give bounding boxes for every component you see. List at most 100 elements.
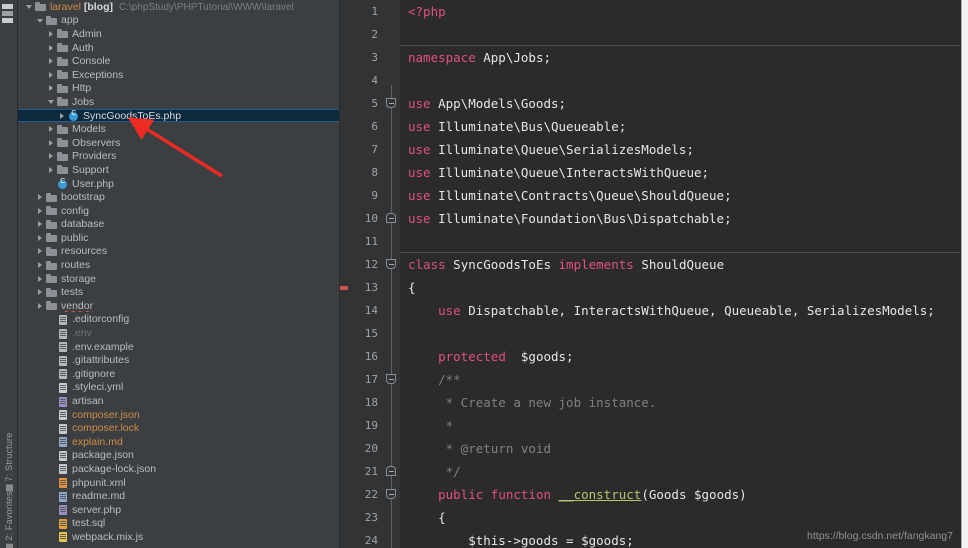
chevron-right-icon[interactable] xyxy=(35,232,46,243)
tool-tab-structure[interactable]: 7: Structure xyxy=(4,433,14,492)
tree-item[interactable]: .gitattributes xyxy=(18,353,339,367)
tree-item[interactable]: public xyxy=(18,231,339,245)
tree-item[interactable]: .env xyxy=(18,326,339,340)
tree-item[interactable]: server.php xyxy=(18,503,339,517)
left-tool-window-bar[interactable]: 7: Structure 2: Favorites xyxy=(0,0,18,548)
tree-item[interactable]: Auth xyxy=(18,41,339,55)
tree-item[interactable]: resources xyxy=(18,245,339,259)
tree-item[interactable]: test.sql xyxy=(18,517,339,531)
code-line[interactable]: use Illuminate\Bus\Queueable; xyxy=(400,115,961,138)
tree-item[interactable]: Console xyxy=(18,54,339,68)
code-line[interactable]: use Illuminate\Foundation\Bus\Dispatchab… xyxy=(400,207,961,230)
code-editor[interactable]: 1 2 3 4 5 6 7 8 9 10 11 12 13 14 15 16 17 18 19 20 21 22 23 24 … xyxy=(340,0,962,548)
chevron-right-icon[interactable] xyxy=(35,205,46,216)
tree-item[interactable]: .editorconfig xyxy=(18,313,339,327)
code-line[interactable]: */ xyxy=(400,460,961,483)
chevron-right-icon[interactable] xyxy=(35,287,46,298)
code-line[interactable]: * @return void xyxy=(400,437,961,460)
tree-item[interactable]: webpack.mix.js xyxy=(18,530,339,544)
code-line[interactable]: { xyxy=(400,506,961,529)
code-line[interactable]: * xyxy=(400,414,961,437)
code-line[interactable] xyxy=(400,230,961,253)
tree-item[interactable]: package-lock.json xyxy=(18,462,339,476)
chevron-down-icon[interactable] xyxy=(35,15,46,26)
fold-toggle-icon[interactable] xyxy=(386,98,396,108)
code-line[interactable]: use Dispatchable, InteractsWithQueue, Qu… xyxy=(400,299,961,322)
tree-item[interactable]: laravel [blog] C:\phpStudy\PHPTutorial\WW… xyxy=(18,0,339,14)
tree-item[interactable]: database xyxy=(18,218,339,232)
tree-item[interactable]: readme.md xyxy=(18,489,339,503)
code-line[interactable]: public function __construct(Goods $goods… xyxy=(400,483,961,506)
tree-item[interactable]: Support xyxy=(18,163,339,177)
chevron-right-icon[interactable] xyxy=(46,151,57,162)
tree-item[interactable]: routes xyxy=(18,258,339,272)
code-line[interactable]: <?php xyxy=(400,0,961,23)
tree-item[interactable]: artisan xyxy=(18,394,339,408)
chevron-right-icon[interactable] xyxy=(57,110,68,121)
fold-toggle-icon[interactable] xyxy=(386,374,396,384)
tree-item[interactable]: storage xyxy=(18,272,339,286)
code-line[interactable]: namespace App\Jobs; xyxy=(400,46,961,69)
code-line[interactable]: * Create a new job instance. xyxy=(400,391,961,414)
editor-fold-gutter[interactable] xyxy=(382,0,400,548)
tree-item[interactable]: Providers xyxy=(18,150,339,164)
code-line[interactable]: { xyxy=(400,276,961,299)
tree-item[interactable]: User.php xyxy=(18,177,339,191)
chevron-right-icon[interactable] xyxy=(46,164,57,175)
chevron-right-icon[interactable] xyxy=(35,246,46,257)
chevron-right-icon[interactable] xyxy=(35,260,46,271)
fold-toggle-icon[interactable] xyxy=(386,489,396,499)
fold-toggle-icon[interactable] xyxy=(386,213,396,223)
code-line[interactable]: use Illuminate\Contracts\Queue\ShouldQue… xyxy=(400,184,961,207)
code-line[interactable]: protected $goods; xyxy=(400,345,961,368)
tree-item[interactable]: Observers xyxy=(18,136,339,150)
chevron-right-icon[interactable] xyxy=(35,219,46,230)
code-line[interactable] xyxy=(400,69,961,92)
tree-item[interactable]: vendor xyxy=(18,299,339,313)
tree-item[interactable]: Models xyxy=(18,122,339,136)
project-tool-window[interactable]: laravel [blog] C:\phpStudy\PHPTutorial\WW… xyxy=(18,0,340,548)
chevron-right-icon[interactable] xyxy=(46,28,57,39)
code-line[interactable] xyxy=(400,23,961,46)
tree-item-selected[interactable]: SyncGoodsToEs.php xyxy=(18,108,339,123)
error-marker[interactable] xyxy=(340,286,348,290)
chevron-right-icon[interactable] xyxy=(35,273,46,284)
tree-item[interactable]: Http xyxy=(18,82,339,96)
tree-item[interactable]: composer.lock xyxy=(18,421,339,435)
tree-item[interactable]: tests xyxy=(18,285,339,299)
code-line[interactable]: use Illuminate\Queue\InteractsWithQueue; xyxy=(400,161,961,184)
tree-item[interactable]: package.json xyxy=(18,449,339,463)
tree-item[interactable]: phpunit.xml xyxy=(18,476,339,490)
chevron-right-icon[interactable] xyxy=(46,137,57,148)
editor-error-strip[interactable] xyxy=(340,0,348,548)
tree-item[interactable]: bootstrap xyxy=(18,190,339,204)
chevron-right-icon[interactable] xyxy=(35,192,46,203)
chevron-right-icon[interactable] xyxy=(46,83,57,94)
code-line[interactable]: use Illuminate\Queue\SerializesModels; xyxy=(400,138,961,161)
chevron-right-icon[interactable] xyxy=(46,124,57,135)
code-line[interactable]: class SyncGoodsToEs implements ShouldQue… xyxy=(400,253,961,276)
tree-item[interactable]: Jobs xyxy=(18,95,339,109)
project-tree[interactable]: laravel [blog] C:\phpStudy\PHPTutorial\WW… xyxy=(18,0,339,548)
chevron-down-icon[interactable] xyxy=(46,96,57,107)
tree-item[interactable]: .env.example xyxy=(18,340,339,354)
chevron-right-icon[interactable] xyxy=(46,56,57,67)
chevron-right-icon[interactable] xyxy=(46,42,57,53)
fold-toggle-icon[interactable] xyxy=(386,466,396,476)
tree-item[interactable]: Exceptions xyxy=(18,68,339,82)
code-line[interactable] xyxy=(400,322,961,345)
tree-item[interactable]: explain.md xyxy=(18,435,339,449)
tree-item[interactable]: app xyxy=(18,14,339,28)
code-line[interactable]: use App\Models\Goods; xyxy=(400,92,961,115)
tree-item[interactable]: .gitignore xyxy=(18,367,339,381)
tool-tab-favorites[interactable]: 2: Favorites xyxy=(4,491,14,548)
tree-item[interactable]: composer.json xyxy=(18,408,339,422)
editor-code-area[interactable]: <?php namespace App\Jobs; use App\Models… xyxy=(400,0,961,548)
tree-item[interactable]: config xyxy=(18,204,339,218)
chevron-right-icon[interactable] xyxy=(46,69,57,80)
chevron-right-icon[interactable] xyxy=(35,300,46,311)
code-line[interactable]: /** xyxy=(400,368,961,391)
tree-item[interactable]: .styleci.yml xyxy=(18,381,339,395)
chevron-down-icon[interactable] xyxy=(24,1,35,12)
fold-toggle-icon[interactable] xyxy=(386,259,396,269)
